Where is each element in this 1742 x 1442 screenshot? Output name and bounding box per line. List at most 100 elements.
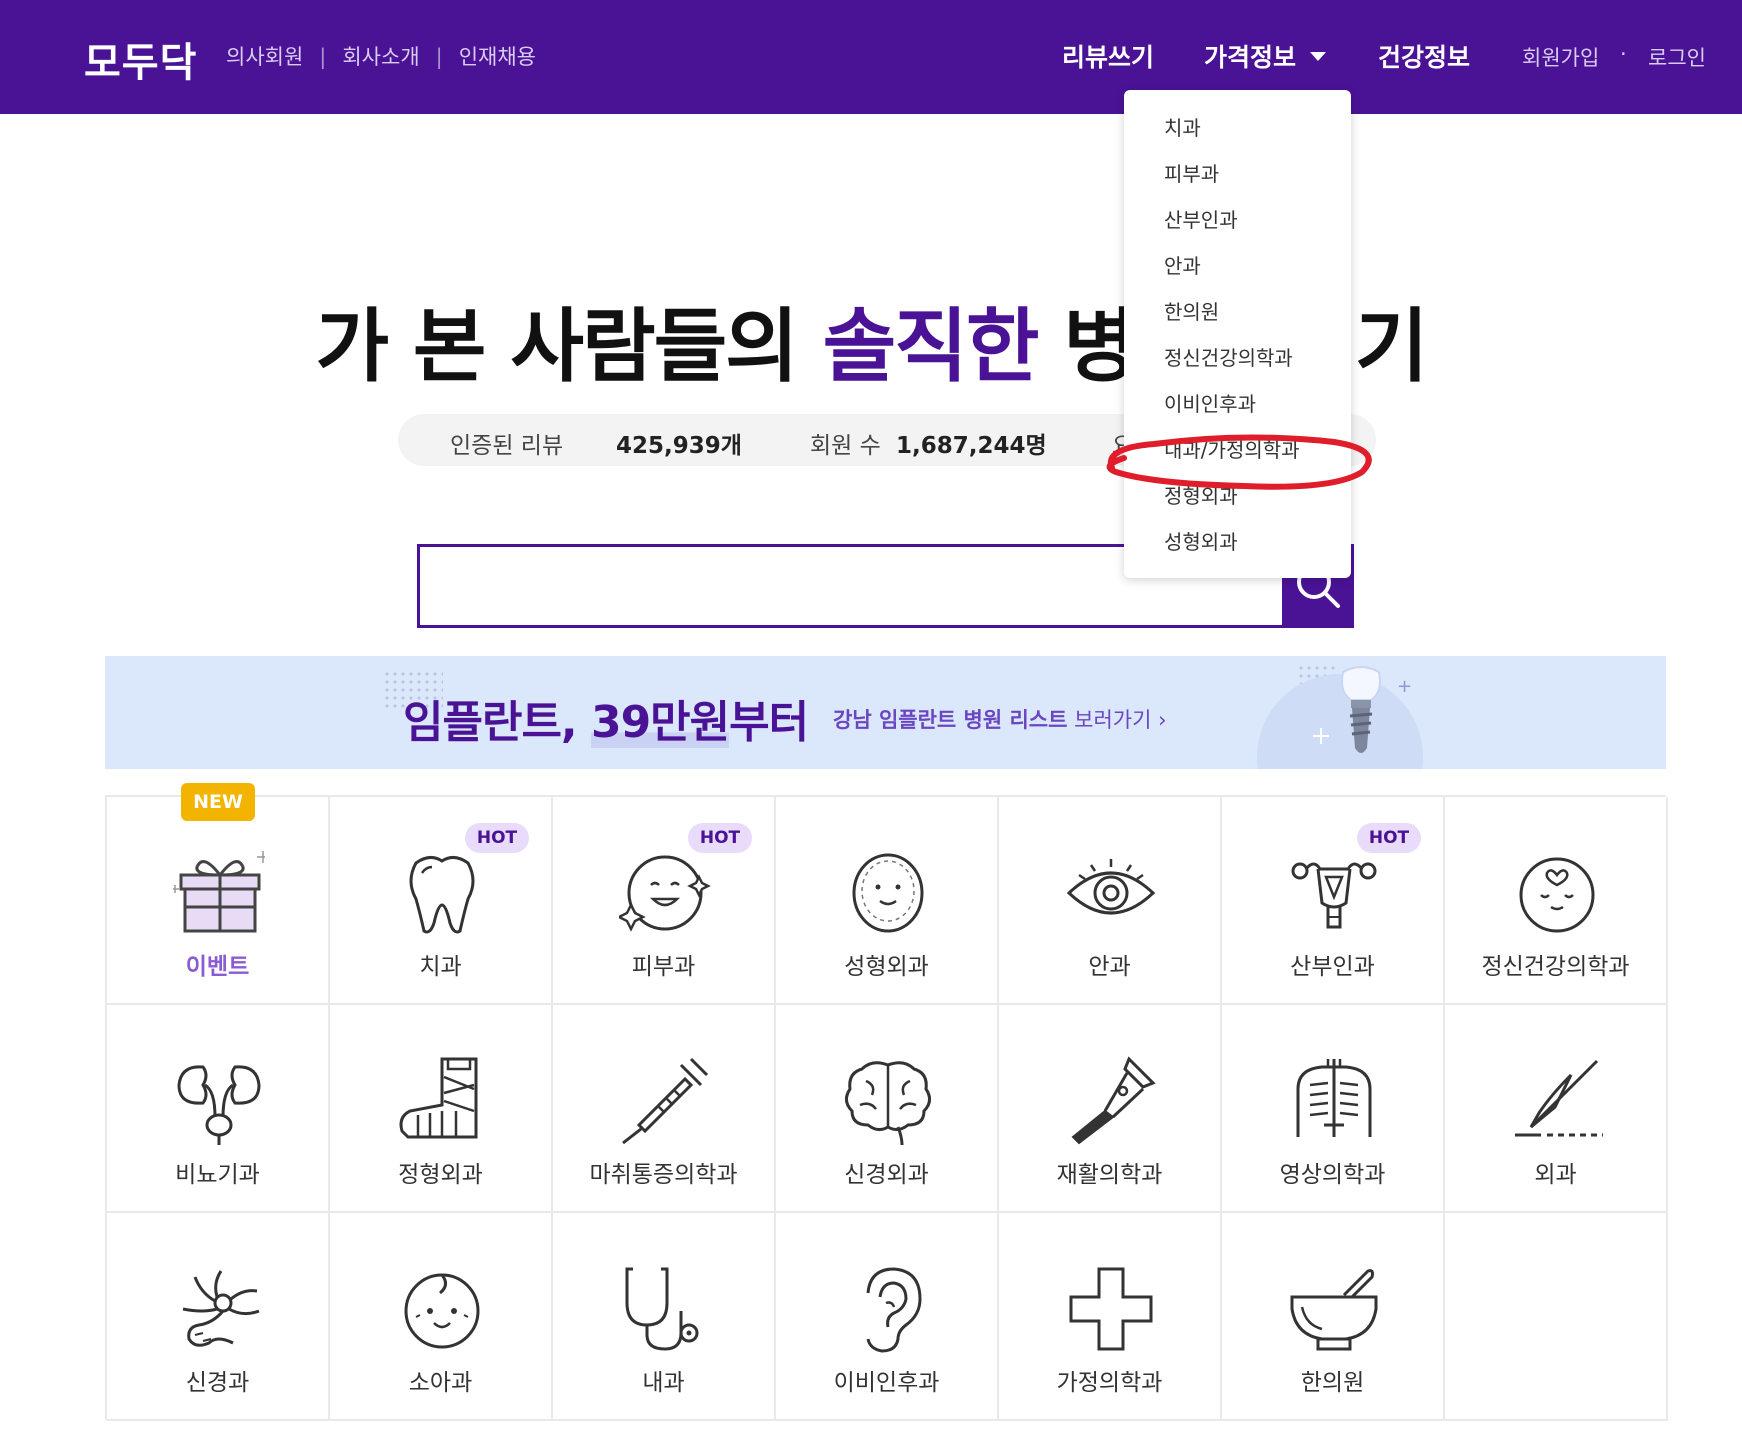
category-label: 정신건강의학과 — [1481, 954, 1630, 980]
category-orthopedics[interactable]: 정형외과 — [330, 1005, 553, 1213]
category-anesthesiology[interactable]: 마취통증의학과 — [553, 1005, 776, 1213]
sparkle-face-icon — [619, 855, 711, 932]
nav-price-info-label: 가격정보 — [1204, 43, 1297, 72]
category-label: 신경과 — [185, 1370, 250, 1396]
category-psychiatry[interactable]: 정신건강의학과 — [1445, 797, 1668, 1005]
category-ophthalmology[interactable]: 안과 — [999, 797, 1222, 1005]
member-count-label: 회원 수 — [810, 433, 881, 459]
cast-icon — [399, 1057, 478, 1139]
category-label: 가정의학과 — [1056, 1370, 1163, 1396]
category-surgery[interactable]: 외과 — [1445, 1005, 1668, 1213]
title-part-3: 기 — [1354, 300, 1429, 393]
ear-icon — [866, 1267, 922, 1353]
category-label: 정형외과 — [398, 1162, 483, 1188]
nav-price-info[interactable]: 가격정보 — [1204, 38, 1327, 74]
baby-icon — [404, 1273, 480, 1349]
svg-text:+: + — [1397, 676, 1412, 697]
new-badge: NEW — [181, 783, 255, 821]
caret-down-icon — [1310, 51, 1327, 61]
company-intro-link[interactable]: 회사소개 — [342, 45, 419, 69]
category-radiology[interactable]: 영상의학과 — [1222, 1005, 1445, 1213]
separator: | — [435, 45, 443, 69]
category-dentistry[interactable]: HOT 치과 — [330, 797, 553, 1005]
nav-write-review[interactable]: 리뷰쓰기 — [1062, 38, 1154, 74]
red-circle-annotation — [1106, 434, 1372, 490]
dropdown-item-dermatology[interactable]: 피부과 — [1164, 158, 1219, 187]
dropdown-item-ophthalmology[interactable]: 안과 — [1164, 250, 1201, 279]
category-ent[interactable]: 이비인후과 — [776, 1213, 999, 1421]
header-left-links: 의사회원 | 회사소개 | 인재채용 — [226, 41, 536, 71]
dropdown-item-psychiatry[interactable]: 정신건강의학과 — [1164, 342, 1293, 371]
title-part-1: 가 본 사람들의 — [315, 300, 823, 393]
implant-promo-banner[interactable]: 임플란트, 39만원부터 강남 임플란트 병원 리스트 보러가기 › + — [105, 656, 1666, 769]
category-rehabilitation[interactable]: 재활의학과 — [999, 1005, 1222, 1213]
category-label: 마취통증의학과 — [589, 1162, 738, 1188]
xray-icon — [1296, 1059, 1372, 1137]
auth-separator: · — [1620, 42, 1627, 66]
category-label: 신경외과 — [844, 1162, 929, 1188]
category-label: 이벤트 — [185, 954, 250, 980]
category-event[interactable]: NEW 이벤트 — [107, 783, 330, 1005]
dropdown-item-obgyn[interactable]: 산부인과 — [1164, 204, 1238, 233]
category-neurosurgery[interactable]: 신경외과 — [776, 1005, 999, 1213]
face-outline-icon — [852, 853, 924, 933]
crutch-icon — [1071, 1056, 1156, 1145]
cross-icon — [1069, 1267, 1153, 1351]
page-title: 가 본 사람들의 솔직한 병 기 — [0, 282, 1742, 398]
banner-headline: 임플란트, 39만원부터 — [403, 697, 809, 748]
review-count-label: 인증된 리뷰 — [450, 433, 564, 459]
implant-icon: + — [1341, 666, 1412, 753]
sparkle-icon — [1313, 728, 1329, 744]
heart-face-icon — [1519, 857, 1595, 933]
category-obgyn[interactable]: HOT 산부인과 — [1222, 797, 1445, 1005]
brain-icon — [845, 1061, 931, 1146]
uterus-icon — [1291, 862, 1377, 929]
category-label: 외과 — [1534, 1162, 1577, 1188]
stethoscope-icon — [625, 1267, 699, 1351]
category-plastic-surgery[interactable]: 성형외과 — [776, 797, 999, 1005]
signup-link[interactable]: 회원가입 — [1522, 42, 1599, 72]
category-family-medicine[interactable]: 가정의학과 — [999, 1213, 1222, 1421]
dropdown-item-ent[interactable]: 이비인후과 — [1164, 388, 1256, 417]
mortar-icon — [1290, 1269, 1378, 1351]
careers-link[interactable]: 인재채용 — [459, 45, 536, 69]
tooth-icon — [409, 856, 475, 934]
separator: | — [319, 45, 327, 69]
doctor-member-link[interactable]: 의사회원 — [226, 45, 303, 69]
banner-link-text[interactable]: 강남 임플란트 병원 리스트 보러가기 › — [833, 704, 1167, 734]
category-label: 안과 — [1088, 954, 1131, 980]
top-navigation-bar: 모두닥 의사회원 | 회사소개 | 인재채용 리뷰쓰기 가격정보 건강정보 회원가입 ·… — [0, 0, 1742, 114]
category-label: 산부인과 — [1290, 954, 1375, 980]
category-internal-medicine[interactable]: 내과 — [553, 1213, 776, 1421]
category-grid: NEW 이벤트 HOT 치과 HOT 피부과 성형외과 안과 HOT 산부인과 … — [105, 783, 1668, 1421]
title-part-2: 병 — [1037, 300, 1137, 393]
title-accent: 솔직한 — [822, 300, 1040, 393]
category-label: 치과 — [419, 954, 462, 980]
scalpel-icon — [1515, 1059, 1603, 1137]
review-count-value: 425,939개 — [616, 433, 742, 459]
category-label: 내과 — [642, 1370, 685, 1396]
category-label: 성형외과 — [844, 954, 929, 980]
dropdown-item-oriental-medicine[interactable]: 한의원 — [1164, 296, 1219, 325]
site-logo[interactable]: 모두닥 — [84, 30, 197, 88]
neuron-icon — [182, 1270, 260, 1347]
category-label: 영상의학과 — [1279, 1162, 1386, 1188]
login-link[interactable]: 로그인 — [1648, 42, 1706, 72]
category-empty — [1445, 1213, 1668, 1421]
category-urology[interactable]: 비뇨기과 — [107, 1005, 330, 1213]
category-oriental-medicine[interactable]: 한의원 — [1222, 1213, 1445, 1421]
member-count-value: 1,687,244명 — [896, 433, 1047, 459]
category-label: 재활의학과 — [1056, 1162, 1163, 1188]
dropdown-item-dentistry[interactable]: 치과 — [1164, 112, 1201, 141]
syringe-icon — [622, 1057, 709, 1145]
category-label: 한의원 — [1300, 1370, 1365, 1396]
nav-health-info[interactable]: 건강정보 — [1378, 38, 1470, 74]
category-pediatrics[interactable]: 소아과 — [330, 1213, 553, 1421]
category-label: 소아과 — [408, 1370, 473, 1396]
eye-icon — [1066, 859, 1156, 915]
category-dermatology[interactable]: HOT 피부과 — [553, 797, 776, 1005]
category-label: 이비인후과 — [833, 1370, 940, 1396]
dropdown-item-plastic-surgery[interactable]: 성형외과 — [1164, 526, 1238, 555]
gift-icon — [173, 851, 265, 933]
category-neurology[interactable]: 신경과 — [107, 1213, 330, 1421]
